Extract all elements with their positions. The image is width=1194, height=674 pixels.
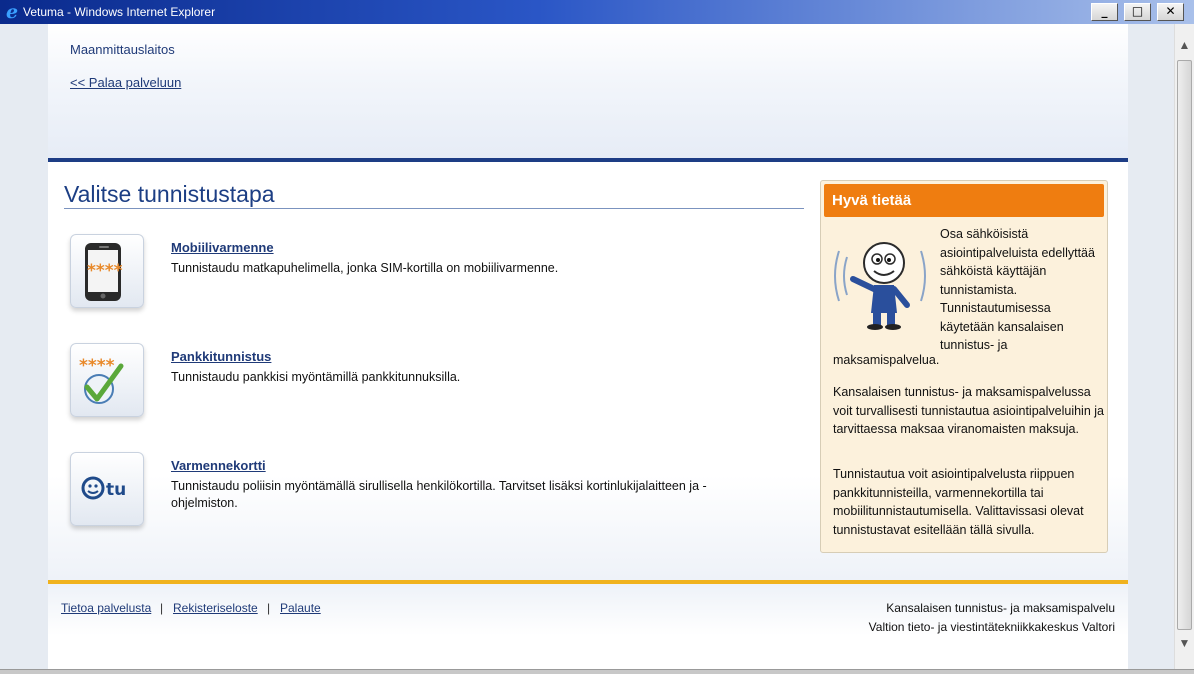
auth-method-bank: **** Pankkitunnistus Tunnistaudu pankkis…	[48, 343, 808, 443]
minimize-button[interactable]: _	[1091, 3, 1118, 21]
pankkitunnistus-description: Tunnistaudu pankkisi myöntämillä pankkit…	[171, 370, 461, 384]
info-paragraph-3: Tunnistautua voit asiointipalvelusta rii…	[833, 467, 1084, 537]
bank-check-icon[interactable]: ****	[70, 343, 144, 417]
mascot-figure-icon	[829, 221, 939, 331]
footer-link-register[interactable]: Rekisteriseloste	[173, 601, 258, 615]
title-underline	[64, 208, 804, 209]
close-button[interactable]: ✕	[1157, 3, 1184, 21]
vertical-scrollbar[interactable]: ▲ ▼	[1174, 24, 1194, 670]
internet-explorer-icon: e	[5, 1, 19, 23]
page-background-right	[1128, 24, 1174, 670]
page-content: Maanmittauslaitos << Palaa palveluun Val…	[48, 24, 1128, 670]
site-header: Maanmittauslaitos << Palaa palveluun	[48, 24, 1128, 158]
info-box-header: Hyvä tietää	[824, 184, 1104, 217]
info-box-title: Hyvä tietää	[832, 192, 912, 209]
mobiilivarmenne-description: Tunnistaudu matkapuhelimella, jonka SIM-…	[171, 261, 559, 275]
pin-stars-text: ****	[79, 356, 115, 376]
info-paragraph-2: Kansalaisen tunnistus- ja maksamispalvel…	[833, 385, 1104, 436]
organization-name: Maanmittauslaitos	[70, 42, 175, 57]
footer-separator: |	[267, 601, 271, 615]
scroll-down-arrow-icon[interactable]: ▼	[1175, 636, 1194, 656]
maximize-button[interactable]: □	[1124, 3, 1151, 21]
id-card-tu-icon[interactable]: tu	[70, 452, 144, 526]
auth-method-card: tu Varmennekortti Tunnistaudu poliisin m…	[48, 452, 808, 552]
page-title: Valitse tunnistustapa	[64, 181, 275, 207]
pin-stars-text: ****	[87, 261, 123, 281]
window-title: Vetuma - Windows Internet Explorer	[23, 5, 216, 19]
varmennekortti-link[interactable]: Varmennekortti	[171, 458, 266, 473]
auth-method-mobile: **** Mobiilivarmenne Tunnistaudu matkapu…	[48, 234, 808, 334]
info-paragraph-1: Osa sähköisistä asiointipalveluista edel…	[940, 227, 1095, 352]
page-background-left	[0, 24, 48, 670]
footer-separator: |	[160, 601, 164, 615]
scroll-up-arrow-icon[interactable]: ▲	[1175, 38, 1194, 58]
window-bottom-edge	[0, 669, 1194, 674]
varmennekortti-description: Tunnistaudu poliisin myöntämällä sirulli…	[171, 479, 707, 510]
footer-link-about[interactable]: Tietoa palvelusta	[61, 601, 151, 615]
mobiilivarmenne-link[interactable]: Mobiilivarmenne	[171, 240, 274, 255]
info-paragraph-1-tail: maksamispalvelua.	[833, 353, 940, 367]
scrollbar-thumb[interactable]	[1177, 60, 1192, 630]
mobile-phone-icon[interactable]: ****	[70, 234, 144, 308]
site-footer: Tietoa palvelusta | Rekisteriseloste | P…	[48, 584, 1128, 670]
pankkitunnistus-link[interactable]: Pankkitunnistus	[171, 349, 271, 364]
back-to-service-link[interactable]: << Palaa palveluun	[70, 75, 181, 90]
footer-provider-name: Valtion tieto- ja viestintätekniikkakesk…	[868, 620, 1115, 634]
tu-logo-text: tu	[106, 480, 126, 500]
footer-service-name: Kansalaisen tunnistus- ja maksamispalvel…	[886, 601, 1115, 615]
footer-link-feedback[interactable]: Palaute	[280, 601, 321, 615]
window-titlebar: e Vetuma - Windows Internet Explorer _ □…	[0, 0, 1194, 24]
info-box: Hyvä tietää Osa sähköisistä asiointipalv…	[820, 180, 1108, 553]
